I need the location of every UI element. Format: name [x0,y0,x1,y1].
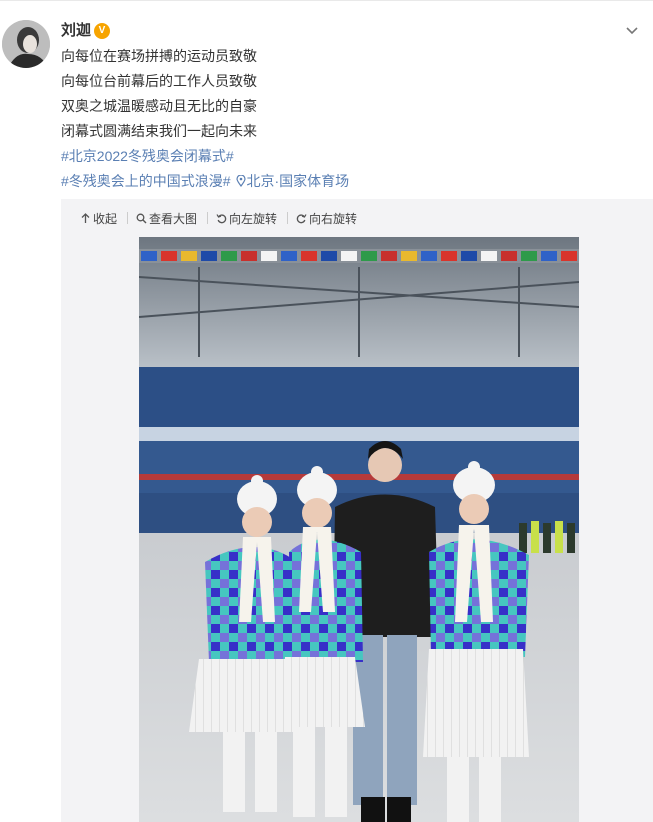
location-label: 北京·国家体育场 [246,173,350,189]
top-divider [0,0,653,1]
rotate-left-button[interactable]: 向左旋转 [216,210,287,227]
lower-stands [139,441,579,493]
view-large-label: 查看大图 [149,211,198,226]
hashtag-closing-ceremony[interactable]: #北京2022冬残奥会闭幕式# [61,146,234,166]
post-text-line-3: 双奥之城温暖感动且无比的自豪 [61,98,257,114]
toolbar-divider [287,212,289,224]
magnifier-icon [136,213,147,223]
rotate-right-label: 向右旋转 [309,211,358,226]
collapse-label: 收起 [93,211,118,226]
upper-stands [139,367,579,427]
username[interactable]: 刘迦 [61,21,91,41]
post-text-line-2: 向每位台前幕后的工作人员致敬 [61,73,257,89]
collapse-arrow-icon [81,212,90,223]
post-text-line-1: 向每位在赛场拼搏的运动员致敬 [61,48,257,64]
verified-badge: V [94,23,110,39]
post-text-line-4: 闭幕式圆满结束我们一起向未来 [61,123,257,139]
location-link[interactable]: 北京·国家体育场 [234,173,349,189]
toolbar-divider [127,212,129,224]
rotate-left-icon [216,213,227,223]
collapse-button[interactable]: 收起 [80,210,127,227]
post-photo[interactable] [139,237,579,822]
rotate-right-icon [296,213,307,223]
rotate-right-button[interactable]: 向右旋转 [296,210,367,227]
chevron-down-icon[interactable] [625,24,639,38]
hashtag-chinese-romance[interactable]: #冬残奥会上的中国式浪漫# [61,173,231,189]
rotate-left-label: 向左旋转 [229,211,278,226]
hashtag-location-row: #冬残奥会上的中国式浪漫# 北京·国家体育场 [61,171,349,191]
toolbar-divider [207,212,209,224]
avatar[interactable] [2,20,50,68]
flags-row [139,249,579,263]
location-pin-icon [236,174,247,188]
view-large-button[interactable]: 查看大图 [136,210,207,227]
media-toolbar: 收起 查看大图 向左旋转 向右旋转 [80,209,367,227]
